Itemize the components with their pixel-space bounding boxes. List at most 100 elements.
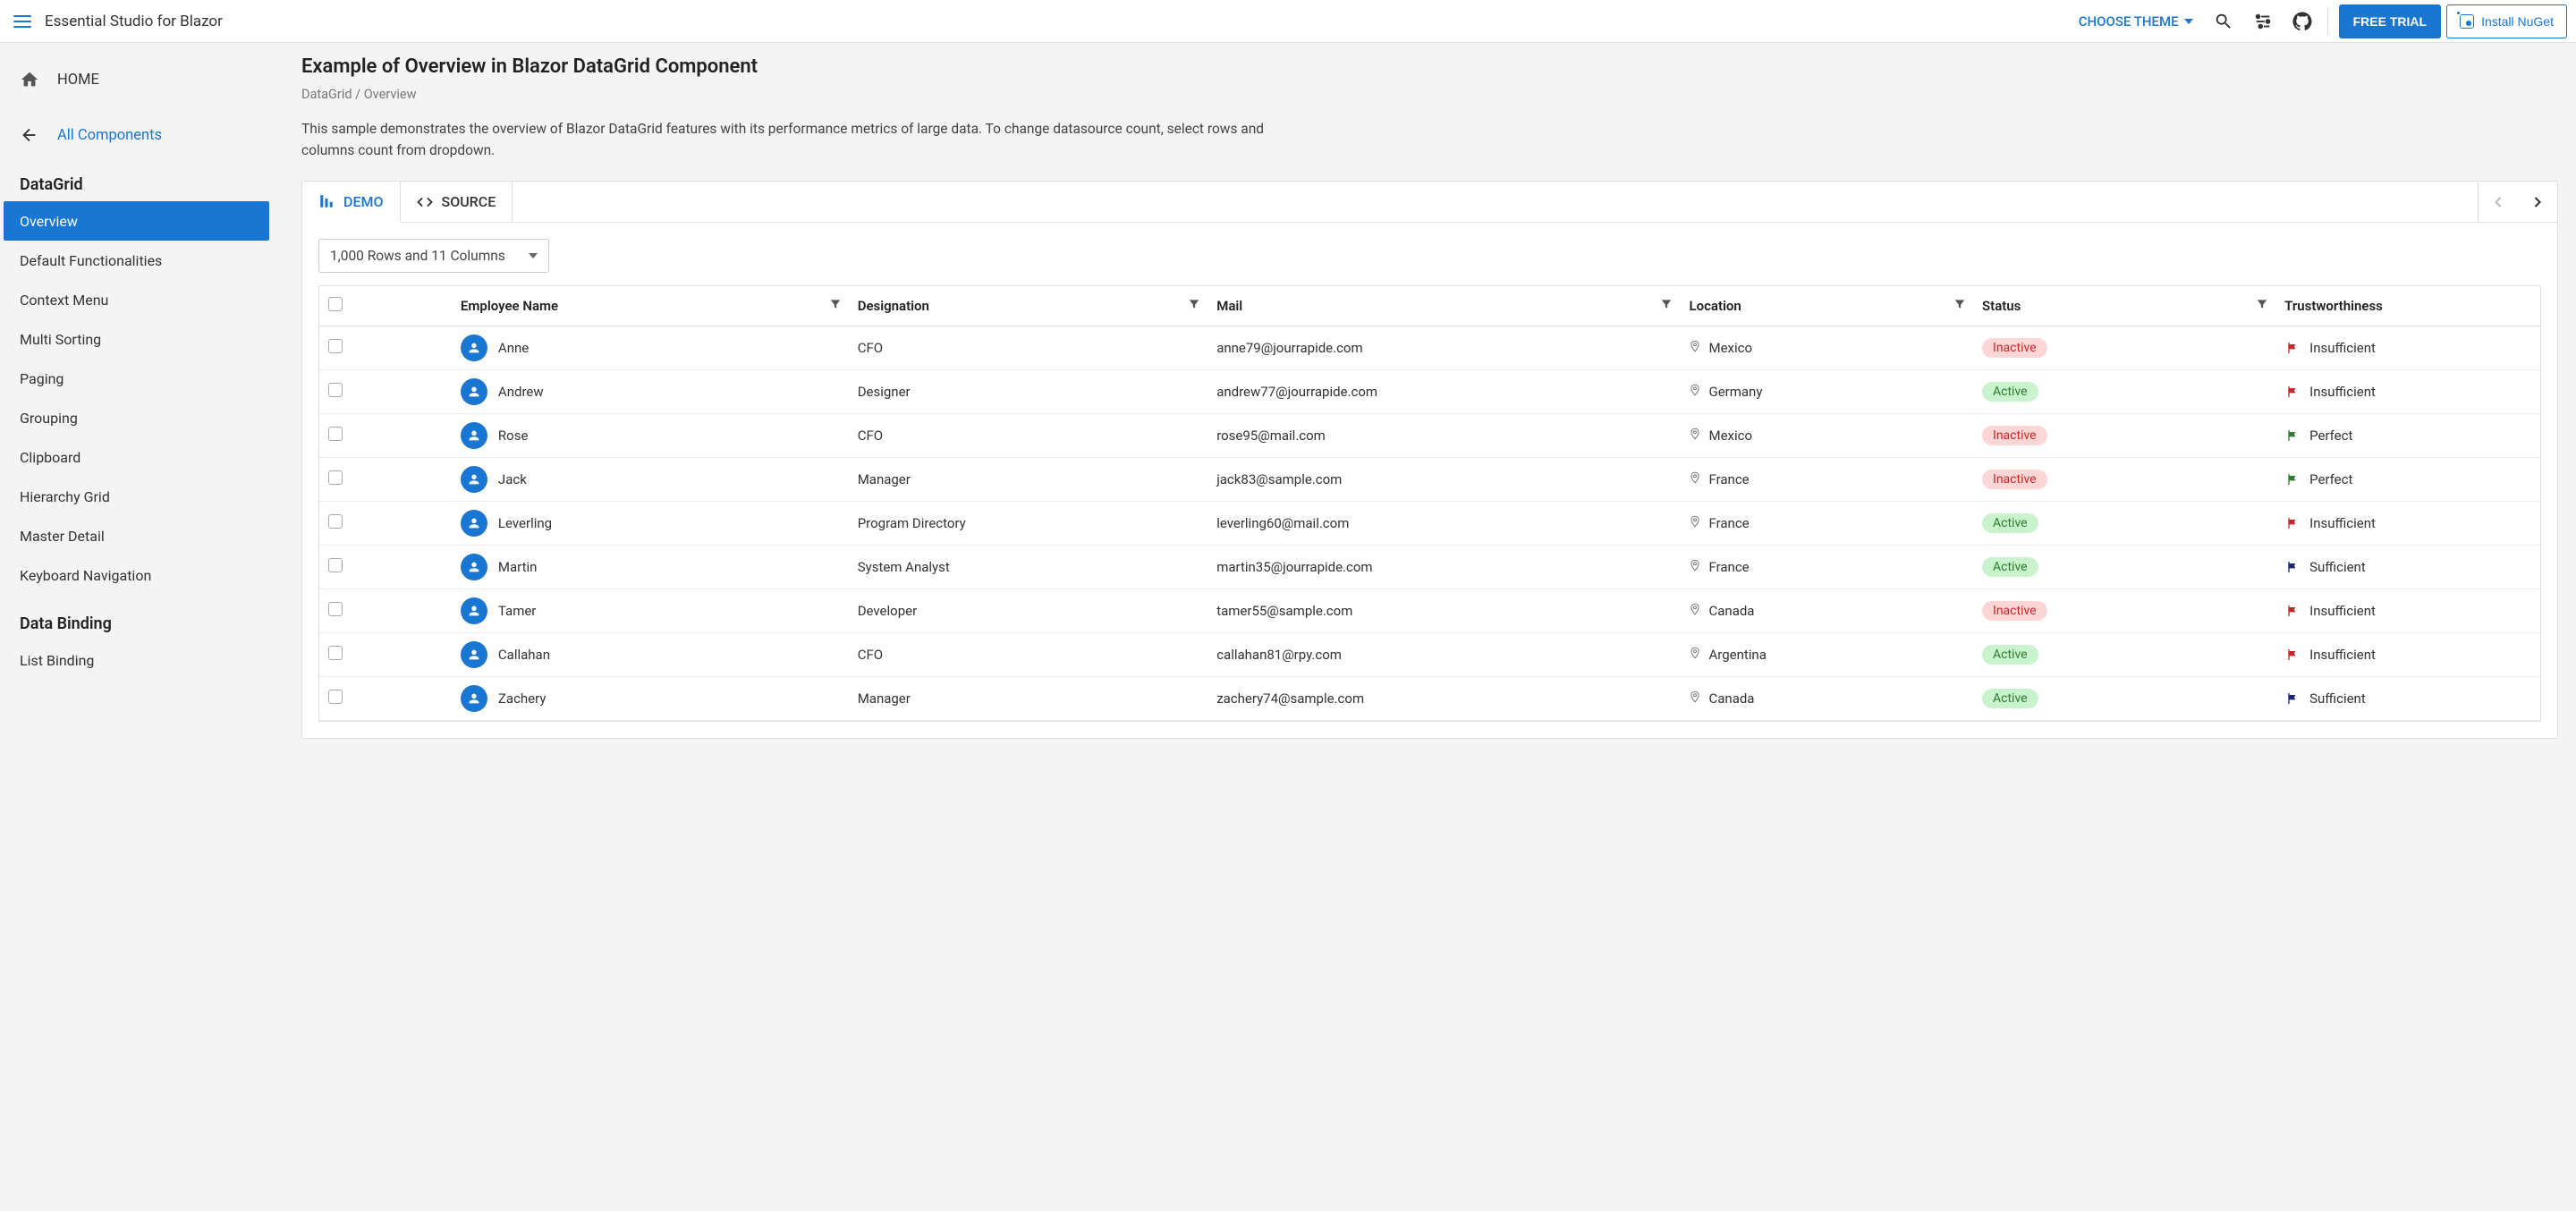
- row-checkbox[interactable]: [328, 558, 343, 572]
- sidebar-item-hierarchy-grid[interactable]: Hierarchy Grid: [0, 477, 273, 516]
- designation-ccell: CFO: [849, 326, 1208, 370]
- table-row[interactable]: RoseCFOrose95@mail.comMexicoInactivePerf…: [319, 414, 2540, 458]
- table-row[interactable]: MartinSystem Analystmartin35@jourrapide.…: [319, 546, 2540, 589]
- row-checkbox[interactable]: [328, 339, 343, 353]
- table-row[interactable]: AndrewDesignerandrew77@jourrapide.comGer…: [319, 370, 2540, 414]
- avatar: [461, 335, 487, 361]
- location-text: Argentina: [1708, 647, 1766, 663]
- prev-sample-button[interactable]: [2479, 182, 2518, 223]
- location-pin-icon: [1689, 339, 1701, 357]
- flag-icon: [2284, 648, 2301, 662]
- filter-button-mail[interactable]: [1660, 298, 1673, 314]
- col-label: Mail: [1216, 298, 1242, 314]
- flag-icon: [2284, 691, 2301, 706]
- nuget-icon: [2460, 14, 2474, 29]
- location-text: France: [1708, 559, 1749, 575]
- sidebar-home-label: HOME: [57, 72, 99, 89]
- status-badge: Inactive: [1982, 601, 2047, 621]
- flag-icon: [2284, 560, 2301, 574]
- column-header-location[interactable]: Location: [1680, 286, 1973, 326]
- filter-button-designation[interactable]: [1188, 298, 1200, 314]
- table-row[interactable]: JackManagerjack83@sample.comFranceInacti…: [319, 458, 2540, 502]
- column-header-checkbox[interactable]: [319, 286, 452, 326]
- sidebar-home[interactable]: HOME: [0, 59, 273, 100]
- row-checkbox[interactable]: [328, 470, 343, 485]
- app-header: Essential Studio for Blazor CHOOSE THEME…: [0, 0, 2576, 43]
- column-header-designation[interactable]: Designation: [849, 286, 1208, 326]
- sidebar-item-context-menu[interactable]: Context Menu: [0, 280, 273, 319]
- trust-text: Insufficient: [2309, 515, 2376, 531]
- tab-demo[interactable]: DEMO: [302, 182, 401, 223]
- home-icon: [20, 70, 39, 89]
- table-row[interactable]: AnneCFOanne79@jourrapide.comMexicoInacti…: [319, 326, 2540, 370]
- column-header-employee[interactable]: Employee Name: [452, 286, 849, 326]
- location-pin-icon: [1689, 470, 1701, 488]
- row-checkbox[interactable]: [328, 602, 343, 616]
- sidebar-item-clipboard[interactable]: Clipboard: [0, 437, 273, 477]
- filter-icon: [1188, 298, 1200, 310]
- sidebar-item-default-functionalities[interactable]: Default Functionalities: [0, 241, 273, 280]
- column-header-mail[interactable]: Mail: [1208, 286, 1680, 326]
- location-pin-icon: [1689, 383, 1701, 401]
- sidebar-item-keyboard-navigation[interactable]: Keyboard Navigation: [0, 555, 273, 595]
- sidebar-item-grouping[interactable]: Grouping: [0, 398, 273, 437]
- chevron-down-icon: [2184, 19, 2193, 24]
- sidebar-item-master-detail[interactable]: Master Detail: [0, 516, 273, 555]
- filter-button-location[interactable]: [1953, 298, 1966, 314]
- tab-source[interactable]: SOURCE: [401, 182, 513, 222]
- row-checkbox[interactable]: [328, 383, 343, 397]
- row-checkbox[interactable]: [328, 690, 343, 704]
- sidebar-section-databinding: Data Binding: [0, 595, 273, 640]
- search-button[interactable]: [2204, 0, 2243, 43]
- col-label: Location: [1689, 298, 1741, 314]
- column-header-status[interactable]: Status: [1973, 286, 2275, 326]
- free-trial-button[interactable]: FREE TRIAL: [2339, 4, 2441, 38]
- col-label: Status: [1982, 298, 2021, 314]
- github-link[interactable]: [2283, 0, 2322, 43]
- row-checkbox[interactable]: [328, 427, 343, 441]
- filter-icon: [1953, 298, 1966, 310]
- install-nuget-button[interactable]: Install NuGet: [2446, 4, 2567, 38]
- breadcrumb: DataGrid / Overview: [273, 83, 2576, 118]
- avatar: [461, 466, 487, 493]
- filter-icon: [1660, 298, 1673, 310]
- settings-button[interactable]: [2243, 0, 2283, 43]
- trust-text: Perfect: [2309, 428, 2352, 444]
- choose-theme-button[interactable]: CHOOSE THEME: [2068, 0, 2204, 43]
- row-checkbox[interactable]: [328, 514, 343, 529]
- table-row[interactable]: ZacheryManagerzachery74@sample.comCanada…: [319, 677, 2540, 721]
- filter-button-status[interactable]: [2256, 298, 2268, 314]
- data-grid: Employee Name Designation Mail Location …: [318, 285, 2541, 722]
- mail-cell: zachery74@sample.com: [1208, 677, 1680, 721]
- next-sample-button[interactable]: [2518, 182, 2557, 223]
- sidebar: HOME All Components DataGrid OverviewDef…: [0, 43, 273, 1211]
- avatar: [461, 554, 487, 580]
- sidebar-item-multi-sorting[interactable]: Multi Sorting: [0, 319, 273, 359]
- sidebar-item-list-binding[interactable]: List Binding: [0, 640, 273, 680]
- rows-columns-dropdown[interactable]: 1,000 Rows and 11 Columns: [318, 239, 549, 273]
- install-nuget-label: Install NuGet: [2481, 14, 2554, 29]
- table-row[interactable]: CallahanCFOcallahan81@rpy.comArgentinaAc…: [319, 633, 2540, 677]
- trust-text: Insufficient: [2309, 647, 2376, 663]
- filter-button-employee[interactable]: [829, 298, 842, 314]
- status-badge: Inactive: [1982, 338, 2047, 358]
- table-row[interactable]: LeverlingProgram Directoryleverling60@ma…: [319, 502, 2540, 546]
- col-label: Trustworthiness: [2284, 298, 2383, 314]
- trust-text: Sufficient: [2309, 690, 2366, 707]
- sidebar-item-overview[interactable]: Overview: [4, 201, 269, 241]
- column-header-trust[interactable]: Trustworthiness: [2275, 286, 2540, 326]
- sidebar-item-paging[interactable]: Paging: [0, 359, 273, 398]
- sidebar-all-components[interactable]: All Components: [0, 114, 273, 156]
- col-label: Designation: [858, 298, 929, 314]
- arrow-left-icon: [20, 125, 39, 145]
- sample-container: DEMO SOURCE 1,000 Rows and 11: [301, 181, 2558, 739]
- table-row[interactable]: TamerDevelopertamer55@sample.comCanadaIn…: [319, 589, 2540, 633]
- menu-toggle-button[interactable]: [0, 0, 45, 43]
- location-pin-icon: [1689, 602, 1701, 620]
- row-checkbox[interactable]: [328, 646, 343, 660]
- choose-theme-label: CHOOSE THEME: [2079, 13, 2179, 30]
- location-pin-icon: [1689, 514, 1701, 532]
- select-all-checkbox[interactable]: [328, 297, 343, 311]
- chart-icon: [318, 193, 335, 209]
- designation-ccell: Manager: [849, 677, 1208, 721]
